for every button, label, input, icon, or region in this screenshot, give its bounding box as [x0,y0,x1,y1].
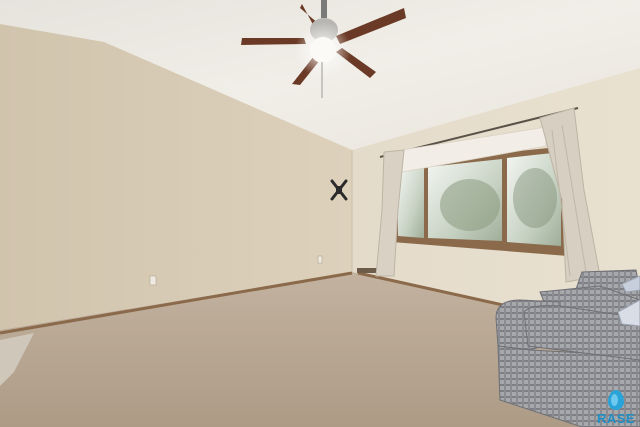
window-pane-left [398,167,424,238]
room-illustration [0,0,640,427]
watermark-brand-text: RASE [596,411,636,426]
room-photo: RASE [0,0,640,427]
water-drop-logo-icon [608,390,624,410]
wall-outlet [149,275,157,286]
wall-outlet [317,255,323,264]
brokerage-watermark: RASE [596,381,636,425]
floor-vent [357,268,377,273]
